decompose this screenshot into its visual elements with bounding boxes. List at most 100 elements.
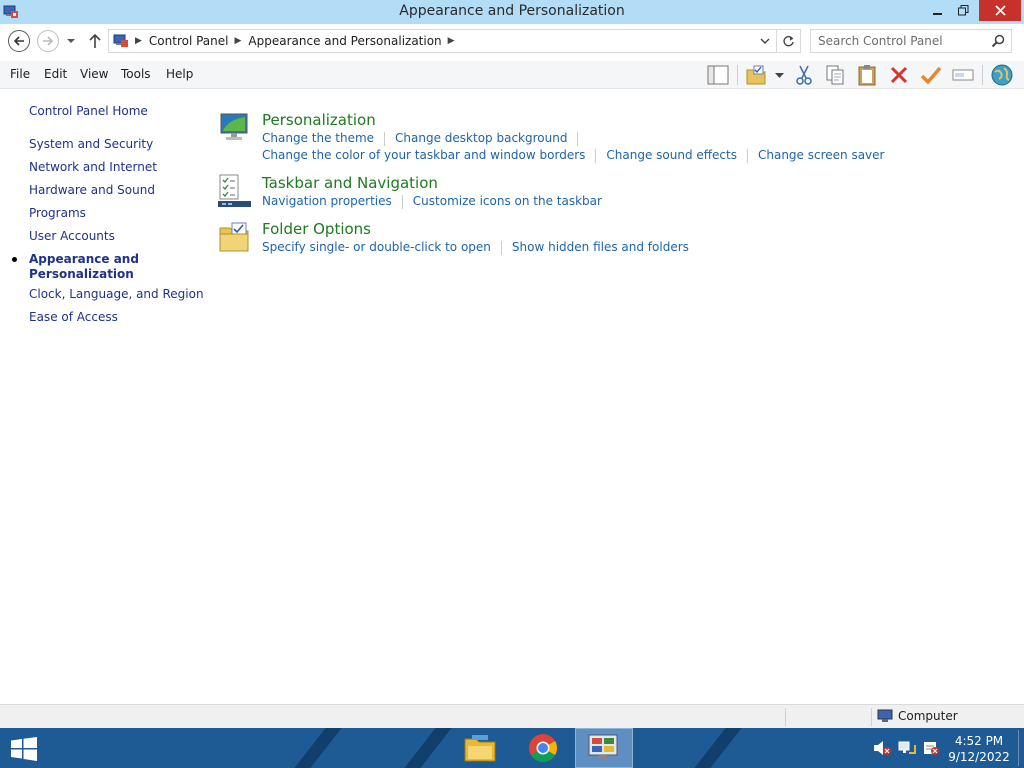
speaker-muted-icon[interactable] <box>873 740 891 756</box>
clock-date: 9/12/2022 <box>948 750 1010 764</box>
address-row: ▶ Control Panel ▶ Appearance and Persona… <box>0 24 1024 61</box>
personalization-title[interactable]: Personalization <box>262 111 376 129</box>
folder-options-icon <box>219 222 249 252</box>
taskbar-navigation-title[interactable]: Taskbar and Navigation <box>262 174 438 192</box>
current-item-bullet <box>12 257 17 262</box>
taskbar-control-panel[interactable] <box>575 728 633 768</box>
chrome-icon <box>529 734 557 762</box>
task-change-theme[interactable]: Change the theme <box>262 131 374 145</box>
status-computer-label: Computer <box>898 709 958 723</box>
chevron-right-icon[interactable]: ▶ <box>135 36 142 46</box>
minimize-button[interactable] <box>925 0 951 21</box>
windows-start-icon[interactable] <box>10 737 38 761</box>
system-clock[interactable]: 4:52 PM 9/12/2022 <box>948 733 1010 765</box>
refresh-icon <box>783 35 794 46</box>
clipboard-icon <box>858 65 876 86</box>
network-icon[interactable] <box>898 740 916 756</box>
delete-button[interactable] <box>886 62 912 88</box>
search-icon[interactable] <box>991 34 1005 48</box>
back-button[interactable] <box>8 30 30 52</box>
breadcrumb-appearance[interactable]: Appearance and Personalization <box>248 34 441 48</box>
scissors-icon <box>796 65 812 85</box>
sidebar-item-network-internet[interactable]: Network and Internet <box>29 160 157 175</box>
checkmark-icon <box>920 66 942 85</box>
chevron-right-icon[interactable]: ▶ <box>235 36 242 46</box>
rename-button[interactable] <box>950 62 976 88</box>
task-change-desktop-background[interactable]: Change desktop background <box>395 131 567 145</box>
folder-check-icon <box>746 65 766 85</box>
status-bar: Computer <box>0 704 1024 728</box>
search-input[interactable] <box>811 30 981 52</box>
forward-button[interactable] <box>37 30 59 52</box>
taskbar: 4:52 PM 9/12/2022 <box>0 728 1024 768</box>
personalization-tasks-row-1: Change the theme Change desktop backgroun… <box>262 131 588 146</box>
sidebar-item-clock-language-region[interactable]: Clock, Language, and Region <box>29 287 204 302</box>
network-globe-button[interactable] <box>989 62 1015 88</box>
menu-bar: File Edit View Tools Help <box>0 61 1024 89</box>
paste-button[interactable] <box>854 62 880 88</box>
folder-options-chevron-down-icon[interactable] <box>775 71 784 80</box>
address-history-chevron-down-icon[interactable] <box>760 36 770 46</box>
sidebar-item-system-security[interactable]: System and Security <box>29 137 153 152</box>
control-panel-icon <box>588 734 618 760</box>
control-panel-icon <box>113 34 128 47</box>
globe-icon <box>991 64 1013 86</box>
computer-icon <box>877 709 893 722</box>
file-explorer-icon <box>464 735 496 762</box>
menu-help[interactable]: Help <box>166 67 193 81</box>
taskbar-chrome[interactable] <box>514 728 572 768</box>
action-center-icon[interactable] <box>922 740 940 756</box>
task-change-taskbar-color[interactable]: Change the color of your taskbar and win… <box>262 148 585 162</box>
show-desktop-button[interactable] <box>1018 730 1019 766</box>
copy-button[interactable] <box>822 62 848 88</box>
status-computer: Computer <box>877 709 958 723</box>
task-customize-taskbar-icons[interactable]: Customize icons on the taskbar <box>413 194 602 208</box>
breadcrumb-control-panel[interactable]: Control Panel <box>149 34 229 48</box>
cut-button[interactable] <box>791 62 817 88</box>
menu-file[interactable]: File <box>10 67 30 81</box>
sidebar-item-control-panel-home[interactable]: Control Panel Home <box>29 104 148 119</box>
address-bar[interactable]: ▶ Control Panel ▶ Appearance and Persona… <box>108 29 801 53</box>
menu-edit[interactable]: Edit <box>44 67 67 81</box>
clock-time: 4:52 PM <box>954 734 1004 748</box>
delete-x-icon <box>890 66 908 84</box>
close-icon <box>994 5 1006 16</box>
layout-panes-icon <box>707 65 729 85</box>
taskbar-file-explorer[interactable] <box>451 728 509 768</box>
menu-view[interactable]: View <box>80 67 108 81</box>
recent-locations-chevron-down-icon[interactable] <box>66 36 76 46</box>
arrow-right-icon <box>43 36 54 46</box>
up-arrow-icon[interactable] <box>88 32 102 50</box>
sidebar-item-ease-of-access[interactable]: Ease of Access <box>29 310 118 325</box>
menu-tools[interactable]: Tools <box>121 67 151 81</box>
arrow-left-icon <box>13 36 24 46</box>
sidebar-item-user-accounts[interactable]: User Accounts <box>29 229 115 244</box>
minimize-icon <box>933 12 942 15</box>
copy-icon <box>826 65 844 85</box>
task-change-sound-effects[interactable]: Change sound effects <box>606 148 737 162</box>
personalization-monitor-icon <box>220 113 248 140</box>
refresh-button[interactable] <box>776 30 800 52</box>
chevron-right-icon[interactable]: ▶ <box>448 36 455 46</box>
folder-options-button[interactable] <box>743 62 769 88</box>
restore-icon <box>957 5 968 16</box>
panes-button[interactable] <box>705 62 731 88</box>
task-show-hidden-files[interactable]: Show hidden files and folders <box>512 240 689 254</box>
search-box[interactable] <box>810 29 1012 53</box>
taskbar-navigation-tasks-row-1: Navigation properties Customize icons on … <box>262 194 602 209</box>
sidebar-item-hardware-sound[interactable]: Hardware and Sound <box>29 183 155 198</box>
sidebar-item-programs[interactable]: Programs <box>29 206 86 221</box>
task-change-screen-saver[interactable]: Change screen saver <box>758 148 885 162</box>
sidebar-item-appearance-personalization: Appearance and Personalization <box>29 252 139 281</box>
sidebar: Control Panel Home System and Security N… <box>0 90 210 704</box>
window-title: Appearance and Personalization <box>399 3 625 19</box>
close-button[interactable] <box>979 0 1021 21</box>
restore-button[interactable] <box>951 0 975 21</box>
folder-options-title[interactable]: Folder Options <box>262 220 371 238</box>
properties-button[interactable] <box>918 62 944 88</box>
task-navigation-properties[interactable]: Navigation properties <box>262 194 392 208</box>
rename-field-icon <box>952 69 974 81</box>
task-single-double-click[interactable]: Specify single- or double-click to open <box>262 240 491 254</box>
folder-options-tasks-row-1: Specify single- or double-click to open S… <box>262 240 689 255</box>
personalization-tasks-row-2: Change the color of your taskbar and win… <box>262 148 884 163</box>
